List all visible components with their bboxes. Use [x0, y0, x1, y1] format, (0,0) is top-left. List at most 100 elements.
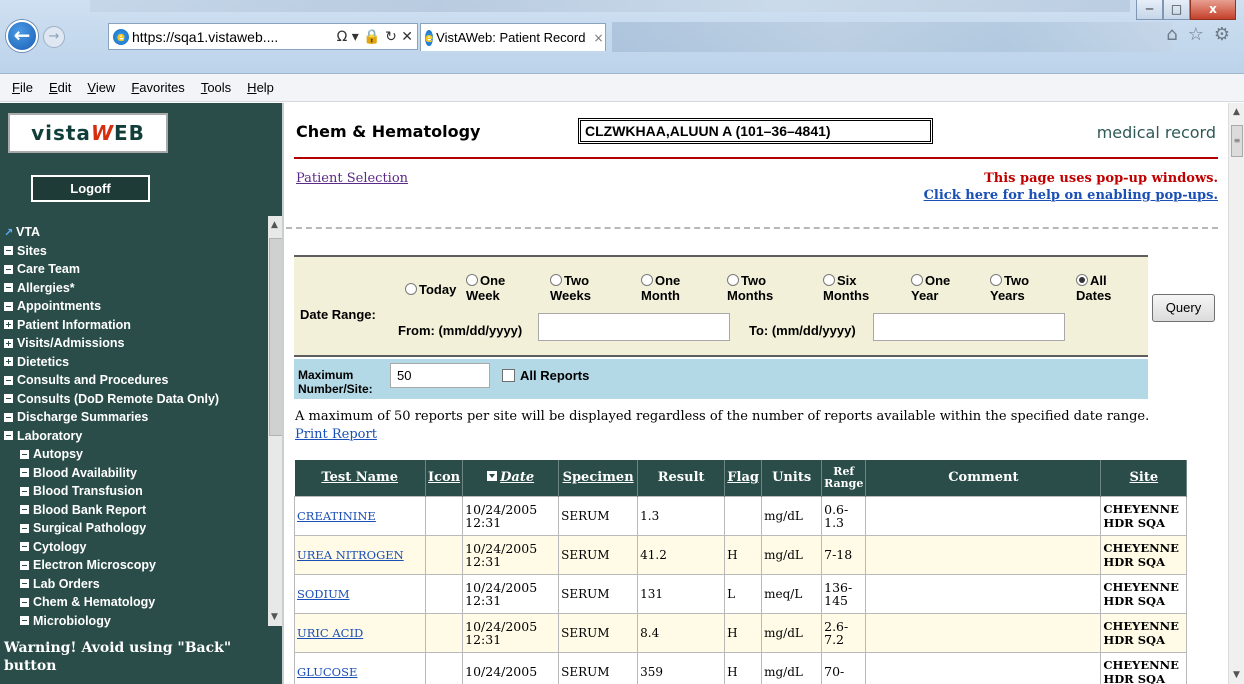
maximize-button[interactable]: □ — [1163, 0, 1190, 20]
radio-button[interactable] — [641, 274, 653, 286]
menu-edit[interactable]: Edit — [49, 80, 71, 95]
radio-button[interactable] — [550, 274, 562, 286]
column-header-icon[interactable]: Icon — [425, 460, 464, 496]
sidebar-scrollbar[interactable]: ▲ ▼ — [268, 216, 282, 626]
sidebar-item-label: Appointments — [17, 299, 102, 314]
scroll-up-arrow-icon[interactable]: ▲ — [1233, 107, 1240, 117]
all-reports-checkbox[interactable] — [502, 369, 515, 382]
sidebar-subitem-cytology[interactable]: Cytology — [0, 538, 270, 557]
popup-help-link[interactable]: Click here for help on enabling pop-ups. — [924, 187, 1218, 204]
sidebar-subitem-microbiology[interactable]: Microbiology — [0, 612, 270, 631]
sidebar-subitem-blood-bank-report[interactable]: Blood Bank Report — [0, 501, 270, 520]
logoff-button[interactable]: Logoff — [31, 175, 150, 202]
print-report-link[interactable]: Print Report — [295, 427, 377, 442]
menu-help[interactable]: Help — [247, 80, 274, 95]
flag-cell: L — [724, 573, 763, 614]
home-icon[interactable]: ⌂ — [1166, 24, 1177, 45]
back-button[interactable]: ← — [6, 20, 38, 52]
column-header-specimen[interactable]: Specimen — [558, 460, 639, 496]
test-name-link[interactable]: UREA NITROGEN — [294, 534, 426, 575]
address-url[interactable]: https://sqa1.vistaweb.... — [132, 29, 333, 45]
radio-button[interactable] — [823, 274, 835, 286]
sidebar-item-consults-dod[interactable]: Consults (DoD Remote Data Only) — [0, 390, 270, 409]
radio-two-months[interactable]: Two Months — [727, 273, 773, 303]
sidebar-subitem-blood-availability[interactable]: Blood Availability — [0, 464, 270, 483]
column-header-date[interactable]: Date — [462, 460, 560, 496]
radio-one-week[interactable]: One Week — [466, 273, 505, 303]
menu-view[interactable]: View — [87, 80, 115, 95]
sidebar-subitem-lab-orders[interactable]: Lab Orders — [0, 575, 270, 594]
forward-button[interactable]: → — [43, 26, 65, 48]
ref-range-cell: 7-18 — [821, 534, 867, 575]
favorites-star-icon[interactable]: ☆ — [1188, 24, 1204, 45]
ref-range-low: 7-18 — [824, 547, 853, 562]
scroll-up-arrow-icon[interactable]: ▲ — [271, 220, 278, 230]
browser-icons: ⌂ ☆ ⚙ — [1166, 24, 1230, 45]
column-header-flag[interactable]: Flag — [724, 460, 763, 496]
page-scrollbar[interactable]: ▲ ≡ ▼ — [1228, 103, 1244, 684]
radio-button-selected[interactable] — [1076, 274, 1088, 286]
to-date-input[interactable] — [873, 313, 1065, 341]
sidebar-subitem-surgical-pathology[interactable]: Surgical Pathology — [0, 519, 270, 538]
sidebar-item-care-team[interactable]: Care Team — [0, 260, 270, 279]
from-date-input[interactable] — [538, 313, 730, 341]
menu-favorites[interactable]: Favorites — [131, 80, 184, 95]
sidebar-item-appointments[interactable]: Appointments — [0, 297, 270, 316]
radio-two-weeks[interactable]: Two Weeks — [550, 273, 591, 303]
address-bar[interactable]: e https://sqa1.vistaweb.... Ω ▾ 🔒 ↻ ✕ — [108, 23, 418, 50]
radio-button[interactable] — [911, 274, 923, 286]
page-scroll-thumb[interactable]: ≡ — [1231, 125, 1243, 157]
scroll-down-arrow-icon[interactable]: ▼ — [271, 612, 278, 622]
tab-close-icon[interactable]: × — [585, 31, 611, 45]
radio-today[interactable]: Today — [405, 282, 456, 297]
radio-one-year[interactable]: One Year — [911, 273, 950, 303]
test-name-link[interactable]: SODIUM — [294, 573, 426, 614]
address-tools-icons[interactable]: Ω ▾ 🔒 ↻ ✕ — [333, 29, 417, 45]
sidebar-subitem-electron-microscopy[interactable]: Electron Microscopy — [0, 556, 270, 575]
expand-icon — [4, 338, 13, 348]
sidebar-item-consults-procedures[interactable]: Consults and Procedures — [0, 371, 270, 390]
sidebar-item-allergies[interactable]: Allergies* — [0, 279, 270, 298]
radio-button[interactable] — [990, 274, 1002, 286]
comment-cell — [865, 495, 1102, 536]
menu-file[interactable]: File — [12, 80, 33, 95]
sidebar-item-dietetics[interactable]: Dietetics — [0, 353, 270, 372]
radio-two-years[interactable]: Two Years — [990, 273, 1029, 303]
sidebar-item-patient-information[interactable]: Patient Information — [0, 316, 270, 335]
sidebar-subitem-chem-hematology[interactable]: Chem & Hematology — [0, 593, 270, 612]
column-header-date-label: Date — [500, 470, 535, 486]
settings-gear-icon[interactable]: ⚙ — [1214, 24, 1230, 45]
sidebar-item-laboratory[interactable]: Laboratory — [0, 427, 270, 446]
active-tab[interactable]: e VistAWeb: Patient Record × — [420, 23, 606, 51]
test-name-link[interactable]: GLUCOSE — [294, 651, 426, 684]
radio-six-months[interactable]: Six Months — [823, 273, 869, 303]
sidebar-item-sites[interactable]: Sites — [0, 242, 270, 261]
site-name: CHEYENNE — [1103, 579, 1179, 594]
sidebar-subitem-blood-transfusion[interactable]: Blood Transfusion — [0, 482, 270, 501]
scroll-down-arrow-icon[interactable]: ▼ — [1233, 670, 1240, 680]
comment-cell — [865, 612, 1102, 653]
radio-button[interactable] — [466, 274, 478, 286]
icon-cell — [424, 534, 464, 575]
column-header-test-name[interactable]: Test Name — [294, 460, 426, 496]
sidebar-subitem-label: Lab Orders — [33, 576, 100, 591]
minimize-button[interactable]: ─ — [1136, 0, 1163, 20]
test-name-link[interactable]: CREATININE — [294, 495, 426, 536]
patient-selection-link[interactable]: Patient Selection — [296, 171, 408, 186]
sidebar-item-discharge-summaries[interactable]: Discharge Summaries — [0, 408, 270, 427]
sidebar-subitem-autopsy[interactable]: Autopsy — [0, 445, 270, 464]
test-name-link[interactable]: URIC ACID — [294, 612, 426, 653]
comment-cell — [865, 534, 1102, 575]
radio-one-month[interactable]: One Month — [641, 273, 680, 303]
query-button[interactable]: Query — [1152, 294, 1215, 322]
sidebar-item-visits-admissions[interactable]: Visits/Admissions — [0, 334, 270, 353]
sidebar-item-vta[interactable]: ↗ VTA — [0, 223, 270, 242]
radio-button[interactable] — [727, 274, 739, 286]
column-header-site[interactable]: Site — [1100, 460, 1188, 496]
max-reports-input[interactable]: 50 — [390, 363, 490, 388]
radio-all-dates[interactable]: All Dates — [1076, 273, 1111, 303]
radio-button[interactable] — [405, 283, 417, 295]
menu-tools[interactable]: Tools — [201, 80, 231, 95]
close-window-button[interactable]: x — [1190, 0, 1236, 20]
sidebar-scroll-thumb[interactable] — [269, 238, 282, 436]
